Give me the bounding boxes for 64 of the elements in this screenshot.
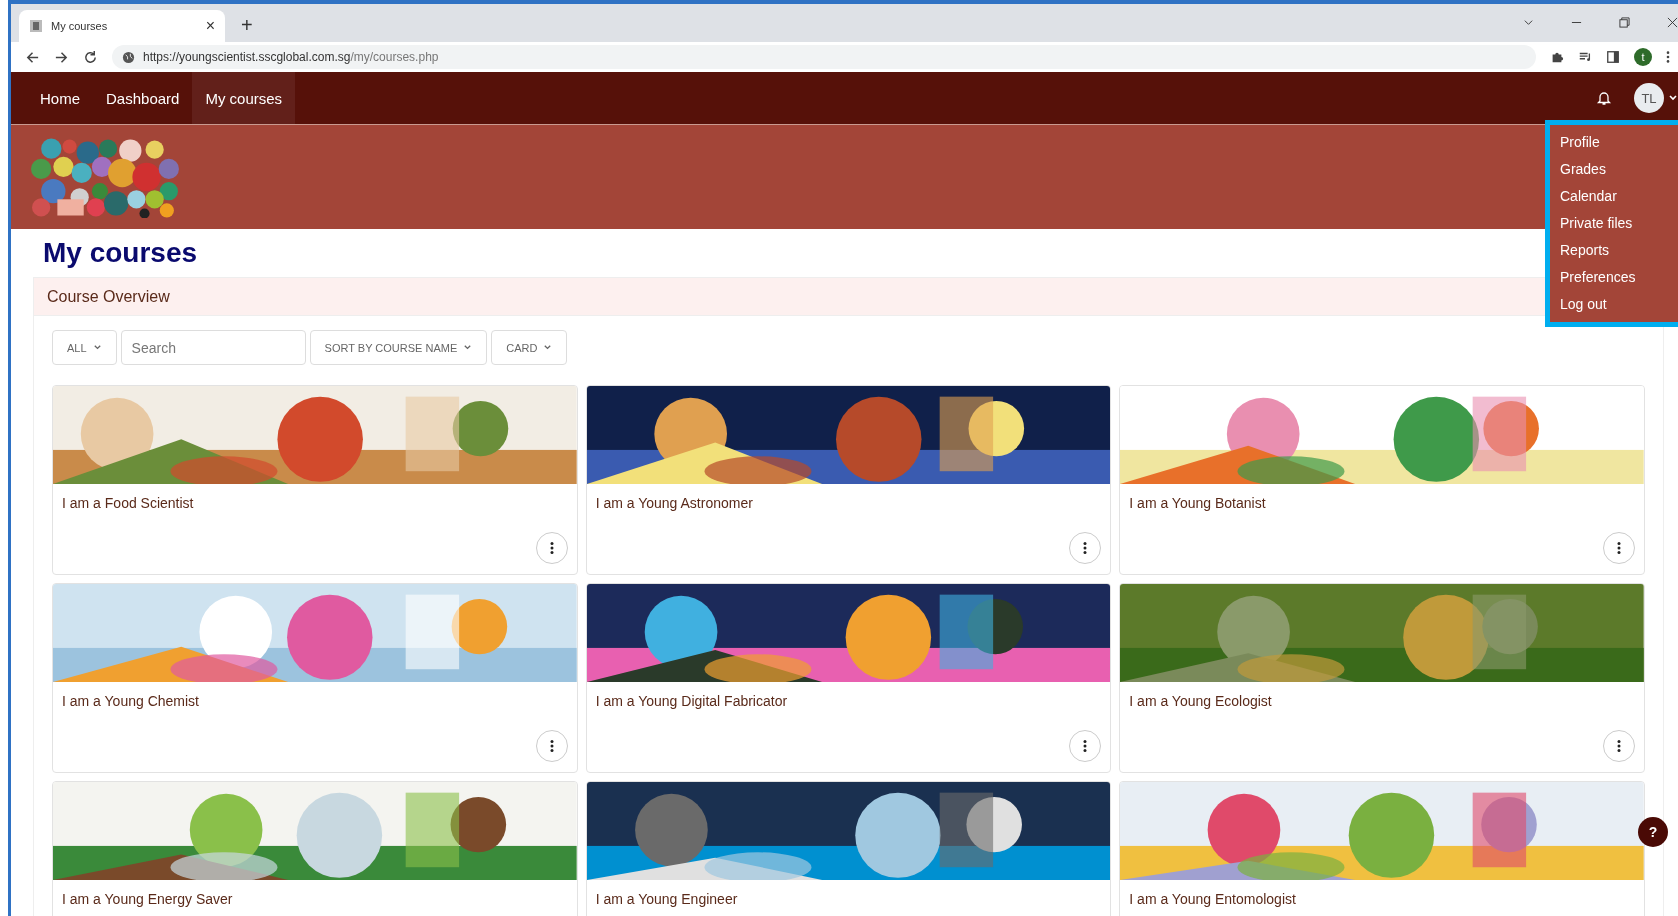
dots-icon bbox=[1083, 739, 1088, 753]
course-card[interactable]: I am a Young Botanist bbox=[1119, 385, 1645, 575]
menu-item[interactable]: Profile bbox=[1560, 129, 1678, 156]
profile-avatar[interactable]: t bbox=[1634, 48, 1652, 66]
side-panel-icon[interactable] bbox=[1606, 50, 1620, 64]
course-title[interactable]: I am a Young Energy Saver bbox=[62, 891, 233, 907]
caret-icon bbox=[543, 343, 553, 352]
menu-item[interactable]: Private files bbox=[1560, 210, 1678, 237]
page-title: My courses bbox=[43, 237, 198, 269]
dots-icon bbox=[549, 541, 554, 555]
section-heading: Course Overview bbox=[47, 287, 170, 306]
course-card[interactable]: I am a Young Astronomer bbox=[585, 385, 1112, 575]
filter-dropdown[interactable]: SORT BY COURSE NAME bbox=[309, 330, 488, 365]
bell-icon[interactable] bbox=[1596, 90, 1612, 106]
user-avatar[interactable]: TL bbox=[1634, 83, 1664, 113]
course-card[interactable]: I am a Food Scientist bbox=[52, 385, 578, 575]
new-tab-button[interactable]: + bbox=[241, 14, 253, 37]
address-bar[interactable]: https://youngscientist.sscglobal.com.sg/my/courses.php bbox=[112, 45, 1536, 69]
globe-icon bbox=[122, 50, 135, 64]
course-title[interactable]: I am a Young Ecologist bbox=[1129, 693, 1272, 709]
menu-item[interactable]: Preferences bbox=[1560, 264, 1678, 291]
reload-icon[interactable] bbox=[83, 49, 98, 65]
close-tab-button[interactable]: × bbox=[205, 17, 215, 35]
course-card[interactable]: I am a Young Ecologist bbox=[1119, 583, 1645, 773]
menu-item[interactable]: Reports bbox=[1560, 237, 1678, 264]
dots-icon bbox=[1617, 739, 1621, 753]
dots-icon bbox=[1083, 541, 1088, 555]
course-title[interactable]: I am a Young Digital Fabricator bbox=[595, 693, 788, 709]
course-title[interactable]: I am a Young Astronomer bbox=[595, 495, 753, 511]
caret-icon bbox=[463, 343, 473, 352]
caret-icon bbox=[92, 343, 102, 352]
url-text: https://youngscientist.sscglobal.com.sg/my/courses.php bbox=[143, 50, 439, 64]
dots-icon bbox=[1617, 541, 1621, 555]
browser-tab[interactable]: My courses × bbox=[19, 10, 225, 42]
course-card[interactable]: I am a Young Engineer bbox=[585, 781, 1112, 916]
menu-item[interactable]: Log out bbox=[1560, 291, 1678, 318]
course-card[interactable]: I am a Young Energy Saver bbox=[52, 781, 578, 916]
course-card[interactable]: I am a Young Chemist bbox=[52, 583, 578, 773]
chevron-down-icon[interactable] bbox=[1523, 17, 1534, 28]
nav-link[interactable]: My courses bbox=[192, 72, 296, 124]
dots-icon bbox=[549, 739, 554, 753]
course-card[interactable]: I am a Young Entomologist bbox=[1119, 781, 1645, 916]
course-title[interactable]: I am a Food Scientist bbox=[62, 495, 194, 511]
playlist-icon[interactable] bbox=[1578, 50, 1592, 64]
filter-dropdown[interactable]: CARD bbox=[491, 330, 568, 365]
more-icon[interactable] bbox=[1666, 50, 1670, 64]
help-button[interactable]: ? bbox=[1638, 817, 1668, 847]
close-icon[interactable] bbox=[1667, 17, 1678, 28]
caret-icon[interactable] bbox=[1668, 93, 1678, 103]
menu-item[interactable]: Calendar bbox=[1560, 183, 1678, 210]
restore-icon[interactable] bbox=[1619, 17, 1630, 28]
course-card[interactable]: I am a Young Digital Fabricator bbox=[585, 583, 1112, 773]
search-field[interactable]: Search bbox=[120, 330, 306, 365]
menu-item[interactable]: Grades bbox=[1560, 156, 1678, 183]
filter-dropdown[interactable]: ALL bbox=[52, 330, 117, 365]
tab-title: My courses bbox=[51, 20, 109, 32]
nav-link[interactable]: Home bbox=[27, 72, 93, 124]
puzzle-icon[interactable] bbox=[1550, 50, 1564, 64]
page-icon bbox=[29, 19, 43, 33]
nav-link[interactable]: Dashboard bbox=[93, 72, 193, 124]
course-title[interactable]: I am a Young Engineer bbox=[595, 891, 738, 907]
course-title[interactable]: I am a Young Botanist bbox=[1129, 495, 1266, 511]
course-title[interactable]: I am a Young Chemist bbox=[62, 693, 199, 709]
course-title[interactable]: I am a Young Entomologist bbox=[1129, 891, 1296, 907]
